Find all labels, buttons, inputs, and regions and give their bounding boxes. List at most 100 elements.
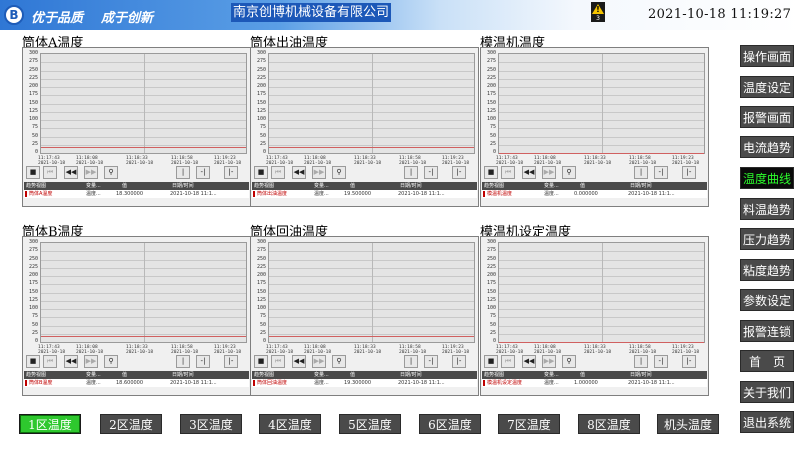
- zone-button[interactable]: 6区温度: [419, 414, 481, 434]
- zone-button[interactable]: 4区温度: [259, 414, 321, 434]
- zone-button[interactable]: 3区温度: [180, 414, 242, 434]
- column-header[interactable]: 变量...: [86, 182, 101, 190]
- column-header[interactable]: 趋势视图: [254, 182, 274, 190]
- forward-button[interactable]: ▶▶: [84, 166, 98, 179]
- ruler-right-button[interactable]: |-: [682, 166, 696, 179]
- ruler-left-button[interactable]: -|: [196, 166, 210, 179]
- skip-back-button[interactable]: ⏮: [501, 355, 515, 368]
- sidebar-item[interactable]: 报警画面: [740, 106, 794, 128]
- zoom-button[interactable]: ⚲: [562, 166, 576, 179]
- column-header[interactable]: 值: [350, 182, 355, 190]
- zone-button[interactable]: 8区温度: [578, 414, 640, 434]
- sidebar-item[interactable]: 粘度趋势: [740, 259, 794, 281]
- column-header[interactable]: 值: [580, 371, 585, 379]
- ruler-right-button[interactable]: |-: [224, 355, 238, 368]
- ruler-left-button[interactable]: -|: [654, 166, 668, 179]
- table-row[interactable]: 筒体B温度 温度... 18.600000 2021-10-18 11:1...: [24, 379, 249, 387]
- ruler-button[interactable]: |: [404, 166, 418, 179]
- zoom-button[interactable]: ⚲: [562, 355, 576, 368]
- table-row[interactable]: 筒体出油温度 温度... 19.500000 2021-10-18 11:1...: [252, 190, 477, 198]
- column-header[interactable]: 日期/时间: [172, 371, 194, 379]
- column-header[interactable]: 趋势视图: [484, 371, 504, 379]
- column-header[interactable]: 变量...: [544, 182, 559, 190]
- rewind-button[interactable]: ◀◀: [64, 166, 78, 179]
- forward-button[interactable]: ▶▶: [312, 355, 326, 368]
- column-header[interactable]: 变量...: [314, 371, 329, 379]
- skip-back-button[interactable]: ⏮: [43, 166, 57, 179]
- sidebar-item[interactable]: 首 页: [740, 350, 794, 372]
- ruler-right-button[interactable]: |-: [682, 355, 696, 368]
- plot-area[interactable]: 0 25 50 75 100 125 150 175 200 225 250 275 300 11:17:…: [482, 49, 707, 166]
- rewind-button[interactable]: ◀◀: [292, 166, 306, 179]
- plot-area[interactable]: 0 25 50 75 100 125 150 175 200 225 250 275 300 11:17:…: [252, 238, 477, 355]
- zone-button[interactable]: 机头温度: [657, 414, 719, 434]
- plot-area[interactable]: 0 25 50 75 100 125 150 175 200 225 250 275 300 11:17:…: [482, 238, 707, 355]
- plot-area[interactable]: 0 25 50 75 100 125 150 175 200 225 250 275 300 11:17:…: [24, 49, 249, 166]
- forward-button[interactable]: ▶▶: [312, 166, 326, 179]
- column-header[interactable]: 值: [122, 371, 127, 379]
- ruler-button[interactable]: |: [634, 166, 648, 179]
- stop-button[interactable]: ■: [26, 166, 40, 179]
- forward-button[interactable]: ▶▶: [542, 166, 556, 179]
- ruler-button[interactable]: |: [176, 166, 190, 179]
- ruler-left-button[interactable]: -|: [654, 355, 668, 368]
- skip-back-button[interactable]: ⏮: [271, 166, 285, 179]
- column-header[interactable]: 趋势视图: [26, 182, 46, 190]
- column-header[interactable]: 趋势视图: [484, 182, 504, 190]
- ruler-left-button[interactable]: -|: [196, 355, 210, 368]
- ruler-right-button[interactable]: |-: [452, 166, 466, 179]
- ruler-left-button[interactable]: -|: [424, 355, 438, 368]
- table-row[interactable]: 筒体A温度 温度... 18.300000 2021-10-18 11:1...: [24, 190, 249, 198]
- zone-button[interactable]: 1区温度: [19, 414, 81, 434]
- ruler-right-button[interactable]: |-: [224, 166, 238, 179]
- sidebar-item[interactable]: 料温趋势: [740, 198, 794, 220]
- ruler-button[interactable]: |: [176, 355, 190, 368]
- table-row[interactable]: 筒体回油温度 温度... 19.300000 2021-10-18 11:1...: [252, 379, 477, 387]
- ruler-button[interactable]: |: [404, 355, 418, 368]
- zone-button[interactable]: 2区温度: [100, 414, 162, 434]
- stop-button[interactable]: ■: [26, 355, 40, 368]
- alarm-indicator[interactable]: ! 3: [591, 2, 605, 22]
- ruler-button[interactable]: |: [634, 355, 648, 368]
- rewind-button[interactable]: ◀◀: [292, 355, 306, 368]
- column-header[interactable]: 值: [580, 182, 585, 190]
- ruler-right-button[interactable]: |-: [452, 355, 466, 368]
- zoom-button[interactable]: ⚲: [332, 166, 346, 179]
- zoom-button[interactable]: ⚲: [332, 355, 346, 368]
- zoom-button[interactable]: ⚲: [104, 355, 118, 368]
- stop-button[interactable]: ■: [254, 166, 268, 179]
- column-header[interactable]: 日期/时间: [172, 182, 194, 190]
- skip-back-button[interactable]: ⏮: [501, 166, 515, 179]
- rewind-button[interactable]: ◀◀: [64, 355, 78, 368]
- column-header[interactable]: 变量...: [314, 182, 329, 190]
- column-header[interactable]: 趋势视图: [254, 371, 274, 379]
- column-header[interactable]: 变量...: [544, 371, 559, 379]
- sidebar-item[interactable]: 电流趋势: [740, 136, 794, 158]
- sidebar-item[interactable]: 退出系统: [740, 411, 794, 433]
- table-row[interactable]: 模温机设定温度 温度... 1.000000 2021-10-18 11:1...: [482, 379, 707, 387]
- zone-button[interactable]: 7区温度: [498, 414, 560, 434]
- column-header[interactable]: 日期/时间: [630, 182, 652, 190]
- plot-area[interactable]: 0 25 50 75 100 125 150 175 200 225 250 275 300 11:17:…: [252, 49, 477, 166]
- forward-button[interactable]: ▶▶: [542, 355, 556, 368]
- sidebar-item[interactable]: 报警连锁: [740, 320, 794, 342]
- sidebar-item[interactable]: 操作画面: [740, 45, 794, 67]
- ruler-left-button[interactable]: -|: [424, 166, 438, 179]
- sidebar-item[interactable]: 温度设定: [740, 76, 794, 98]
- column-header[interactable]: 趋势视图: [26, 371, 46, 379]
- column-header[interactable]: 变量...: [86, 371, 101, 379]
- forward-button[interactable]: ▶▶: [84, 355, 98, 368]
- sidebar-item[interactable]: 温度曲线: [740, 167, 794, 189]
- stop-button[interactable]: ■: [484, 355, 498, 368]
- column-header[interactable]: 日期/时间: [400, 371, 422, 379]
- sidebar-item[interactable]: 压力趋势: [740, 228, 794, 250]
- column-header[interactable]: 日期/时间: [630, 371, 652, 379]
- skip-back-button[interactable]: ⏮: [271, 355, 285, 368]
- table-row[interactable]: 模温机温度 温度... 0.000000 2021-10-18 11:1...: [482, 190, 707, 198]
- rewind-button[interactable]: ◀◀: [522, 355, 536, 368]
- column-header[interactable]: 值: [122, 182, 127, 190]
- stop-button[interactable]: ■: [484, 166, 498, 179]
- sidebar-item[interactable]: 参数设定: [740, 289, 794, 311]
- zone-button[interactable]: 5区温度: [339, 414, 401, 434]
- zoom-button[interactable]: ⚲: [104, 166, 118, 179]
